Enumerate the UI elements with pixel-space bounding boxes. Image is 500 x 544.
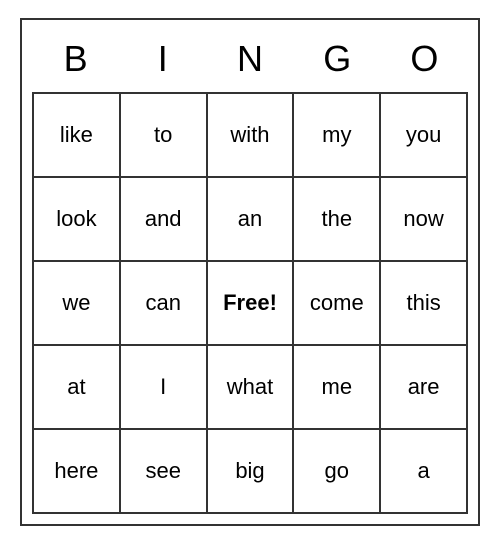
bingo-cell-r3-c1[interactable]: I bbox=[121, 346, 208, 430]
bingo-cell-r1-c3[interactable]: the bbox=[294, 178, 381, 262]
bingo-cell-r0-c1[interactable]: to bbox=[121, 94, 208, 178]
bingo-cell-r4-c1[interactable]: see bbox=[121, 430, 208, 514]
bingo-cell-r4-c2[interactable]: big bbox=[208, 430, 295, 514]
bingo-cell-r0-c2[interactable]: with bbox=[208, 94, 295, 178]
bingo-cell-r3-c0[interactable]: at bbox=[34, 346, 121, 430]
header-letter-n: N bbox=[206, 30, 293, 88]
bingo-cell-r2-c3[interactable]: come bbox=[294, 262, 381, 346]
bingo-cell-r1-c1[interactable]: and bbox=[121, 178, 208, 262]
bingo-cell-r2-c4[interactable]: this bbox=[381, 262, 468, 346]
bingo-card: BINGO liketowithmyyoulookandanthenowweca… bbox=[20, 18, 480, 526]
header-letter-g: G bbox=[294, 30, 381, 88]
bingo-cell-r2-c1[interactable]: can bbox=[121, 262, 208, 346]
bingo-cell-r2-c2[interactable]: Free! bbox=[208, 262, 295, 346]
bingo-cell-r1-c2[interactable]: an bbox=[208, 178, 295, 262]
bingo-cell-r0-c0[interactable]: like bbox=[34, 94, 121, 178]
bingo-cell-r2-c0[interactable]: we bbox=[34, 262, 121, 346]
bingo-cell-r3-c3[interactable]: me bbox=[294, 346, 381, 430]
bingo-cell-r4-c4[interactable]: a bbox=[381, 430, 468, 514]
header-letter-i: I bbox=[119, 30, 206, 88]
bingo-cell-r1-c0[interactable]: look bbox=[34, 178, 121, 262]
bingo-cell-r3-c4[interactable]: are bbox=[381, 346, 468, 430]
bingo-cell-r0-c4[interactable]: you bbox=[381, 94, 468, 178]
bingo-grid: liketowithmyyou lookandanthenow wecanFree!… bbox=[32, 92, 468, 514]
bingo-header: BINGO bbox=[32, 30, 468, 88]
header-letter-b: B bbox=[32, 30, 119, 88]
bingo-cell-r0-c3[interactable]: my bbox=[294, 94, 381, 178]
bingo-cell-r4-c0[interactable]: here bbox=[34, 430, 121, 514]
header-letter-o: O bbox=[381, 30, 468, 88]
bingo-cell-r3-c2[interactable]: what bbox=[208, 346, 295, 430]
bingo-cell-r4-c3[interactable]: go bbox=[294, 430, 381, 514]
bingo-cell-r1-c4[interactable]: now bbox=[381, 178, 468, 262]
